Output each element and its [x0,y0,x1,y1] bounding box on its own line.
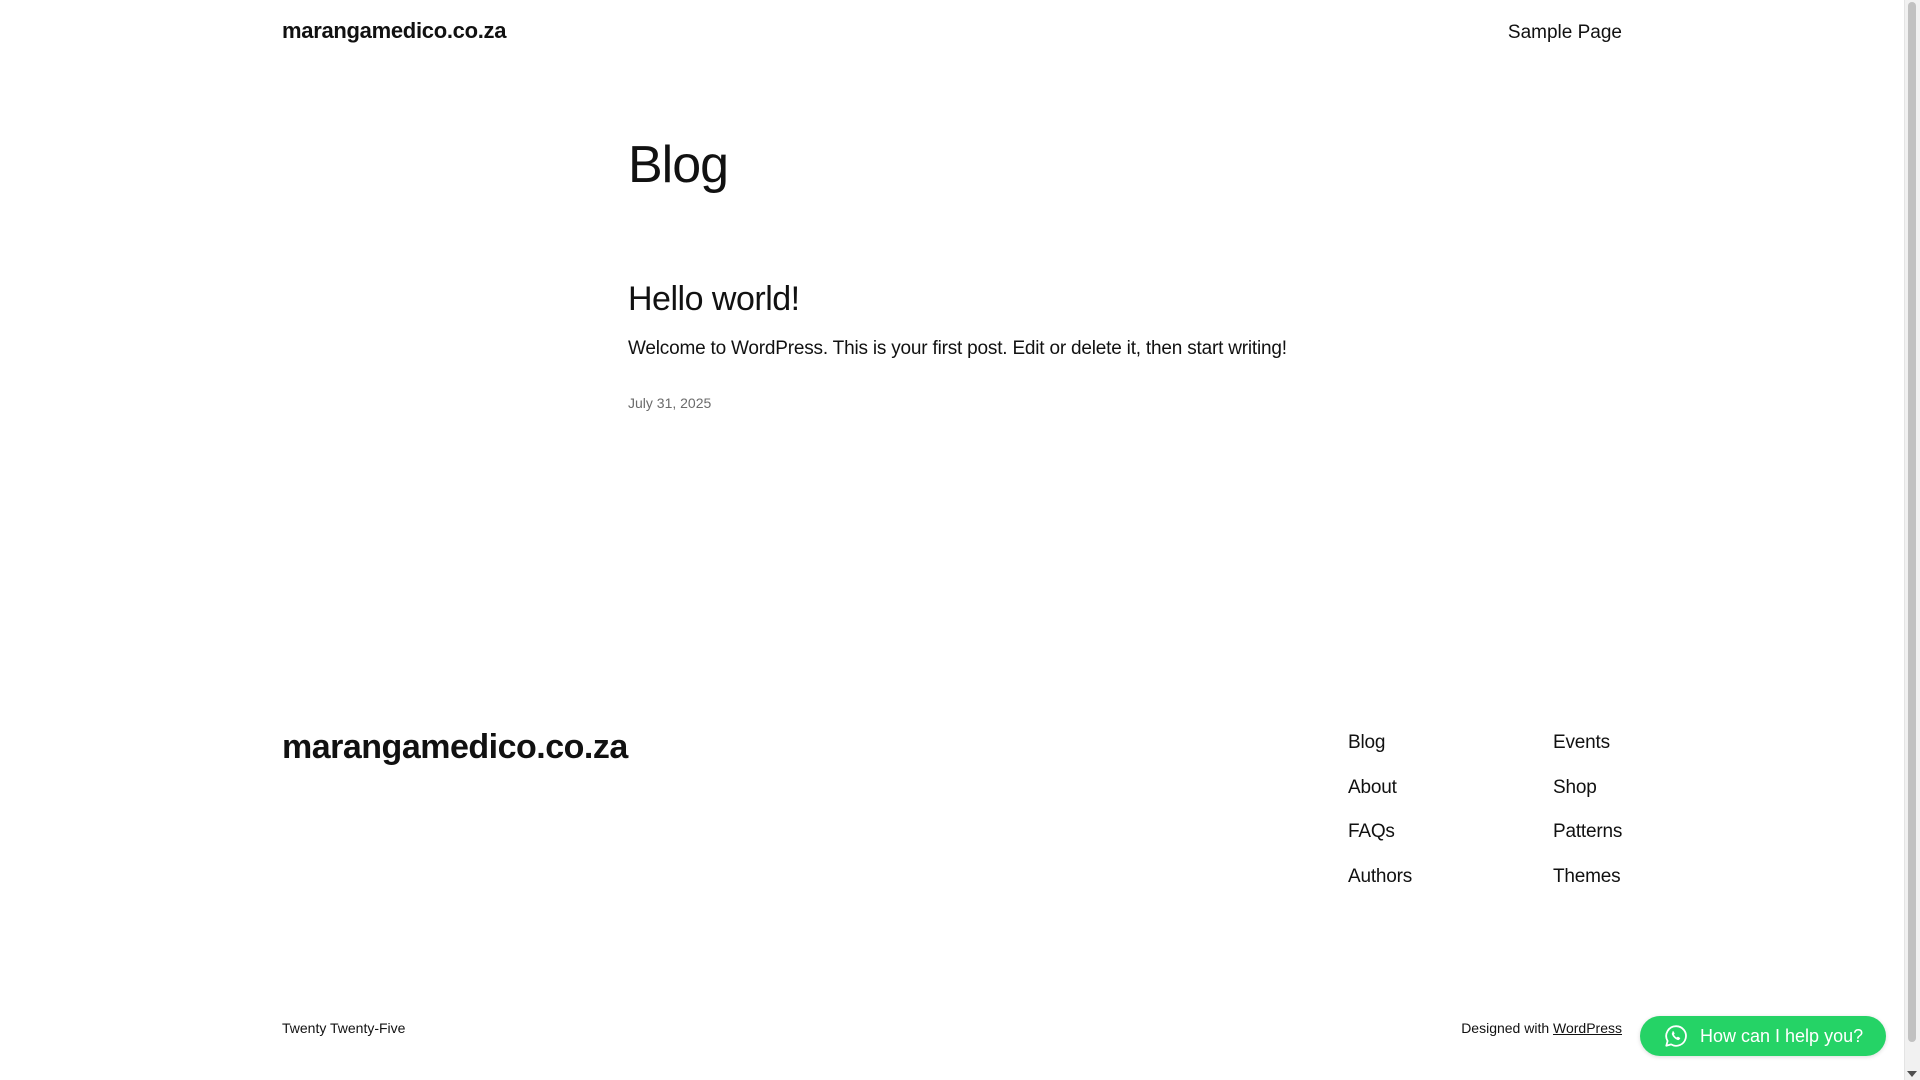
footer-link-patterns[interactable]: Patterns [1553,822,1622,867]
page: marangamedico.co.za Sample Page Blog Hel… [0,0,1905,1080]
footer-site-title-link[interactable]: marangamedico.co.za [282,728,628,767]
nav-sample-page-link[interactable]: Sample Page [1508,22,1622,44]
whatsapp-chat-button[interactable]: How can I help you? [1640,1016,1886,1056]
designed-with-prefix: Designed with [1461,1020,1550,1036]
footer-nav-column-2: Events Shop Patterns Themes [1553,733,1622,911]
footer-link-blog[interactable]: Blog [1348,733,1412,778]
post-title-link[interactable]: Hello world! [628,280,800,319]
post-excerpt: Welcome to WordPress. This is your first… [628,338,1287,359]
site-title-link[interactable]: marangamedico.co.za [282,18,506,44]
designed-with-credit: Designed with WordPress [1461,1020,1622,1036]
page-title: Blog [628,136,729,194]
footer-link-faqs[interactable]: FAQs [1348,822,1412,867]
scroll-down-arrow-icon[interactable] [1907,1071,1917,1077]
post-date-link[interactable]: July 31, 2025 [628,395,711,411]
footer-nav-column-1: Blog About FAQs Authors [1348,733,1412,911]
footer-link-themes[interactable]: Themes [1553,866,1622,912]
footer-link-events[interactable]: Events [1553,733,1622,778]
vertical-scrollbar[interactable] [1904,0,1920,1080]
wordpress-link[interactable]: WordPress [1553,1020,1622,1036]
theme-credit: Twenty Twenty-Five [282,1020,406,1036]
whatsapp-chat-label: How can I help you? [1700,1025,1864,1046]
footer-link-shop[interactable]: Shop [1553,777,1622,823]
footer-link-authors[interactable]: Authors [1348,866,1412,912]
whatsapp-icon [1664,1024,1688,1048]
scrollbar-thumb[interactable] [1908,2,1916,1042]
footer-link-about[interactable]: About [1348,777,1412,823]
